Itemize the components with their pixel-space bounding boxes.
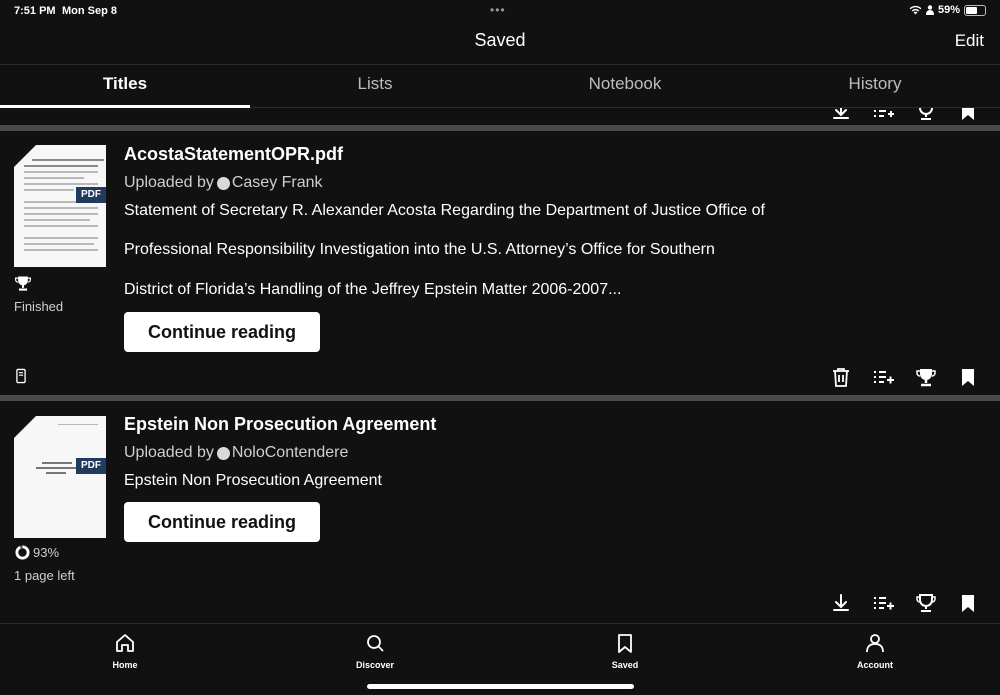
trophy-icon[interactable] [915,592,937,614]
pages-left: 1 page left [14,568,75,583]
uploader-name[interactable]: NoloContendere [232,444,349,462]
tab-titles[interactable]: Titles [0,65,250,108]
add-to-list-icon[interactable] [872,366,894,388]
description-line: District of Florida’s Handling of the Je… [124,281,622,298]
status-indicators: 59% [909,4,986,16]
document-title[interactable]: AcostaStatementOPR.pdf [124,144,343,165]
download-icon[interactable] [830,592,852,614]
progress-indicator: 93% [15,545,59,560]
trophy-icon [14,274,32,297]
uploader-line: Uploaded by Casey Frank [124,174,323,192]
description-line: Professional Responsibility Investigatio… [124,241,715,258]
uploaded-by-label: Uploaded by [124,174,214,191]
status-date: Mon Sep 8 [62,5,118,17]
search-icon [367,635,384,652]
avatar [216,446,230,460]
nav-home[interactable]: Home [85,632,165,670]
document-thumbnail[interactable]: PDF [14,145,106,267]
nav-account[interactable]: Account [835,632,915,670]
status-time: 7:51 PM [14,5,56,17]
home-icon [116,634,134,652]
bookmark-icon[interactable] [957,108,979,122]
home-indicator[interactable] [367,684,634,689]
bookmark-icon[interactable] [957,592,979,614]
bookmark-icon [618,634,632,653]
edit-button[interactable]: Edit [955,31,984,51]
reading-status: Finished [14,299,64,314]
nav-label: Discover [355,660,395,670]
nav-label: Home [112,660,138,670]
continue-reading-button[interactable]: Continue reading [124,502,320,542]
tab-history[interactable]: History [750,65,1000,107]
saved-titles-list[interactable]: PDF AcostaStatementOPR.pdf Uploaded by C… [0,108,1000,624]
tab-bar: Titles Lists Notebook History [0,64,1000,108]
wifi-icon [909,5,922,15]
document-thumbnail[interactable]: PDF [14,416,106,538]
status-bar: 7:51 PM Mon Sep 8 ••• 59% [0,0,1000,22]
nav-label: Saved [611,660,639,670]
device-icon [12,367,30,385]
battery-percent: 59% [937,4,960,16]
continue-reading-button[interactable]: Continue reading [124,312,320,352]
multitasking-dots-icon[interactable]: ••• [490,3,506,17]
download-icon[interactable] [830,108,852,122]
tab-notebook[interactable]: Notebook [500,65,750,107]
separator [0,395,1000,401]
person-icon [866,634,884,653]
tab-lists[interactable]: Lists [250,65,500,107]
progress-ring-icon [15,545,30,560]
uploader-name[interactable]: Casey Frank [232,174,323,192]
bookmark-icon[interactable] [957,366,979,388]
person-status-icon [925,5,934,15]
description-line: Statement of Secretary R. Alexander Acos… [124,202,765,219]
pdf-badge: PDF [76,187,106,203]
trophy-icon[interactable] [915,108,937,122]
nav-saved[interactable]: Saved [585,632,665,670]
avatar [216,176,230,190]
separator [0,125,1000,131]
uploader-line: Uploaded by NoloContendere [124,444,348,462]
battery-icon [964,4,986,16]
page-title: Saved [474,30,526,50]
uploaded-by-label: Uploaded by [124,444,214,461]
nav-label: Account [857,660,893,670]
trophy-icon[interactable] [915,366,937,388]
progress-percent: 93% [33,545,60,560]
add-to-list-icon[interactable] [872,108,894,122]
nav-discover[interactable]: Discover [335,632,415,670]
trash-icon[interactable] [830,366,852,388]
description-line: Epstein Non Prosecution Agreement [124,472,382,489]
document-title[interactable]: Epstein Non Prosecution Agreement [124,414,436,435]
pdf-badge: PDF [76,458,106,474]
add-to-list-icon[interactable] [872,592,894,614]
